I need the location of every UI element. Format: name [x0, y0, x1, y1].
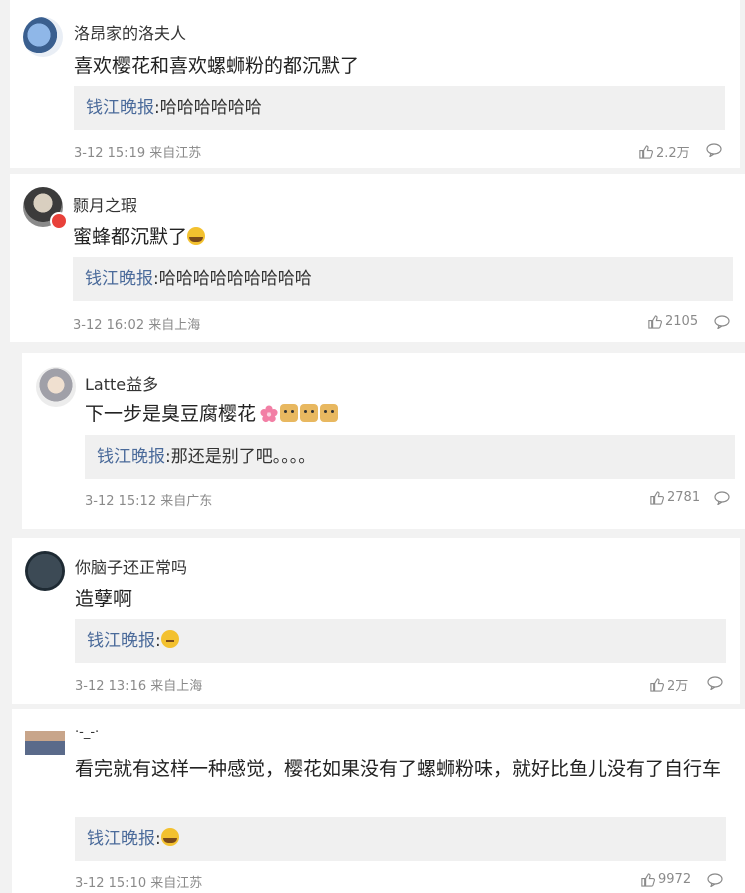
reply-author[interactable]: 钱江晚报 [85, 269, 153, 289]
comment-card: 颢月之瑕 蜜蜂都沉默了 钱江晚报:哈哈哈哈哈哈哈哈哈 3-12 16:02 来自… [10, 174, 745, 342]
like-button[interactable]: 2.2万 [638, 142, 690, 161]
timestamp-location: 3-12 16:02 来自上海 [73, 318, 201, 333]
comment-card: Latte益多 下一步是臭豆腐樱花 钱江晚报:那还是别了吧。。。。 3-12 1… [22, 353, 745, 529]
comment-text: 看完就有这样一种感觉，樱花如果没有了螺蛳粉味，就好比鱼儿没有了自行车 [75, 758, 722, 780]
like-count: 2781 [667, 490, 701, 505]
laugh-cry-emoji-icon [160, 828, 179, 846]
reply-box[interactable]: 钱江晚报:那还是别了吧。。。。 [85, 435, 735, 479]
doge-emoji-icon [320, 404, 339, 422]
username[interactable]: 你脑子还正常吗 [75, 554, 187, 578]
username[interactable]: Latte益多 [85, 371, 158, 395]
username[interactable]: 颢月之瑕 [73, 192, 137, 216]
comment-text: 喜欢樱花和喜欢螺蛳粉的都沉默了 [74, 55, 360, 77]
avatar[interactable] [36, 367, 76, 407]
timestamp-location: 3-12 13:16 来自上海 [75, 679, 203, 694]
comment-text: 蜜蜂都沉默了 [73, 222, 713, 252]
cherry-blossom-emoji-icon [260, 405, 278, 423]
reply-author[interactable]: 钱江晚报 [86, 98, 154, 118]
reply-box[interactable]: 钱江晚报: [75, 619, 726, 663]
thumbs-up-icon [650, 491, 664, 505]
thumbs-up-icon [648, 315, 662, 329]
comment-card: 你脑子还正常吗 造孽啊 钱江晚报: 3-12 13:16 来自上海 2万 [12, 538, 740, 704]
like-button[interactable]: 2105 [647, 314, 698, 329]
reply-author[interactable]: 钱江晚报 [87, 829, 155, 849]
comment-bubble-icon[interactable] [707, 676, 723, 690]
avatar[interactable] [25, 723, 65, 763]
verified-badge [50, 212, 68, 230]
like-count: 2万 [667, 679, 689, 694]
reply-text: :哈哈哈哈哈哈 [154, 98, 262, 118]
like-count: 2.2万 [656, 146, 690, 161]
reply-text: :哈哈哈哈哈哈哈哈哈 [153, 269, 312, 289]
reply-box[interactable]: 钱江晚报:哈哈哈哈哈哈哈哈哈 [73, 257, 733, 301]
comment-card: 洛昂家的洛夫人 喜欢樱花和喜欢螺蛳粉的都沉默了 钱江晚报:哈哈哈哈哈哈 3-12… [10, 0, 740, 168]
timestamp-location: 3-12 15:19 来自江苏 [74, 146, 202, 161]
like-count: 2105 [665, 314, 699, 329]
reply-box[interactable]: 钱江晚报:哈哈哈哈哈哈 [74, 86, 725, 130]
thumbs-up-icon [650, 678, 664, 692]
timestamp-location: 3-12 15:12 来自广东 [85, 494, 213, 509]
thumbs-up-icon [641, 873, 655, 887]
comment-bubble-icon[interactable] [706, 143, 722, 157]
comment-card: ·-_-· 看完就有这样一种感觉，樱花如果没有了螺蛳粉味，就好比鱼儿没有了自行车… [12, 709, 745, 893]
avatar[interactable] [23, 17, 63, 57]
like-button[interactable]: 2781 [649, 490, 700, 505]
comment-bubble-icon[interactable] [714, 491, 730, 505]
thumbs-up-icon [639, 145, 653, 159]
reply-text: :那还是别了吧。。。。 [165, 447, 316, 467]
username[interactable]: 洛昂家的洛夫人 [74, 20, 186, 44]
reply-text: : [155, 829, 161, 849]
like-button[interactable]: 9972 [640, 872, 691, 887]
username[interactable]: ·-_-· [75, 725, 99, 740]
reply-author[interactable]: 钱江晚报 [97, 447, 165, 467]
like-count: 9972 [658, 872, 692, 887]
comment-text: 下一步是臭豆腐樱花 [85, 399, 725, 429]
reply-box[interactable]: 钱江晚报: [75, 817, 726, 861]
thinking-emoji-icon [160, 630, 179, 648]
comment-bubble-icon[interactable] [707, 873, 723, 887]
avatar[interactable] [25, 551, 65, 591]
like-button[interactable]: 2万 [649, 675, 688, 694]
comment-text: 造孽啊 [75, 588, 133, 610]
timestamp-location: 3-12 15:10 来自江苏 [75, 876, 203, 891]
reply-text: : [155, 631, 161, 651]
doge-emoji-icon [280, 404, 299, 422]
reply-author[interactable]: 钱江晚报 [87, 631, 155, 651]
comment-bubble-icon[interactable] [714, 315, 730, 329]
laugh-cry-emoji-icon [187, 227, 206, 245]
doge-emoji-icon [300, 404, 319, 422]
